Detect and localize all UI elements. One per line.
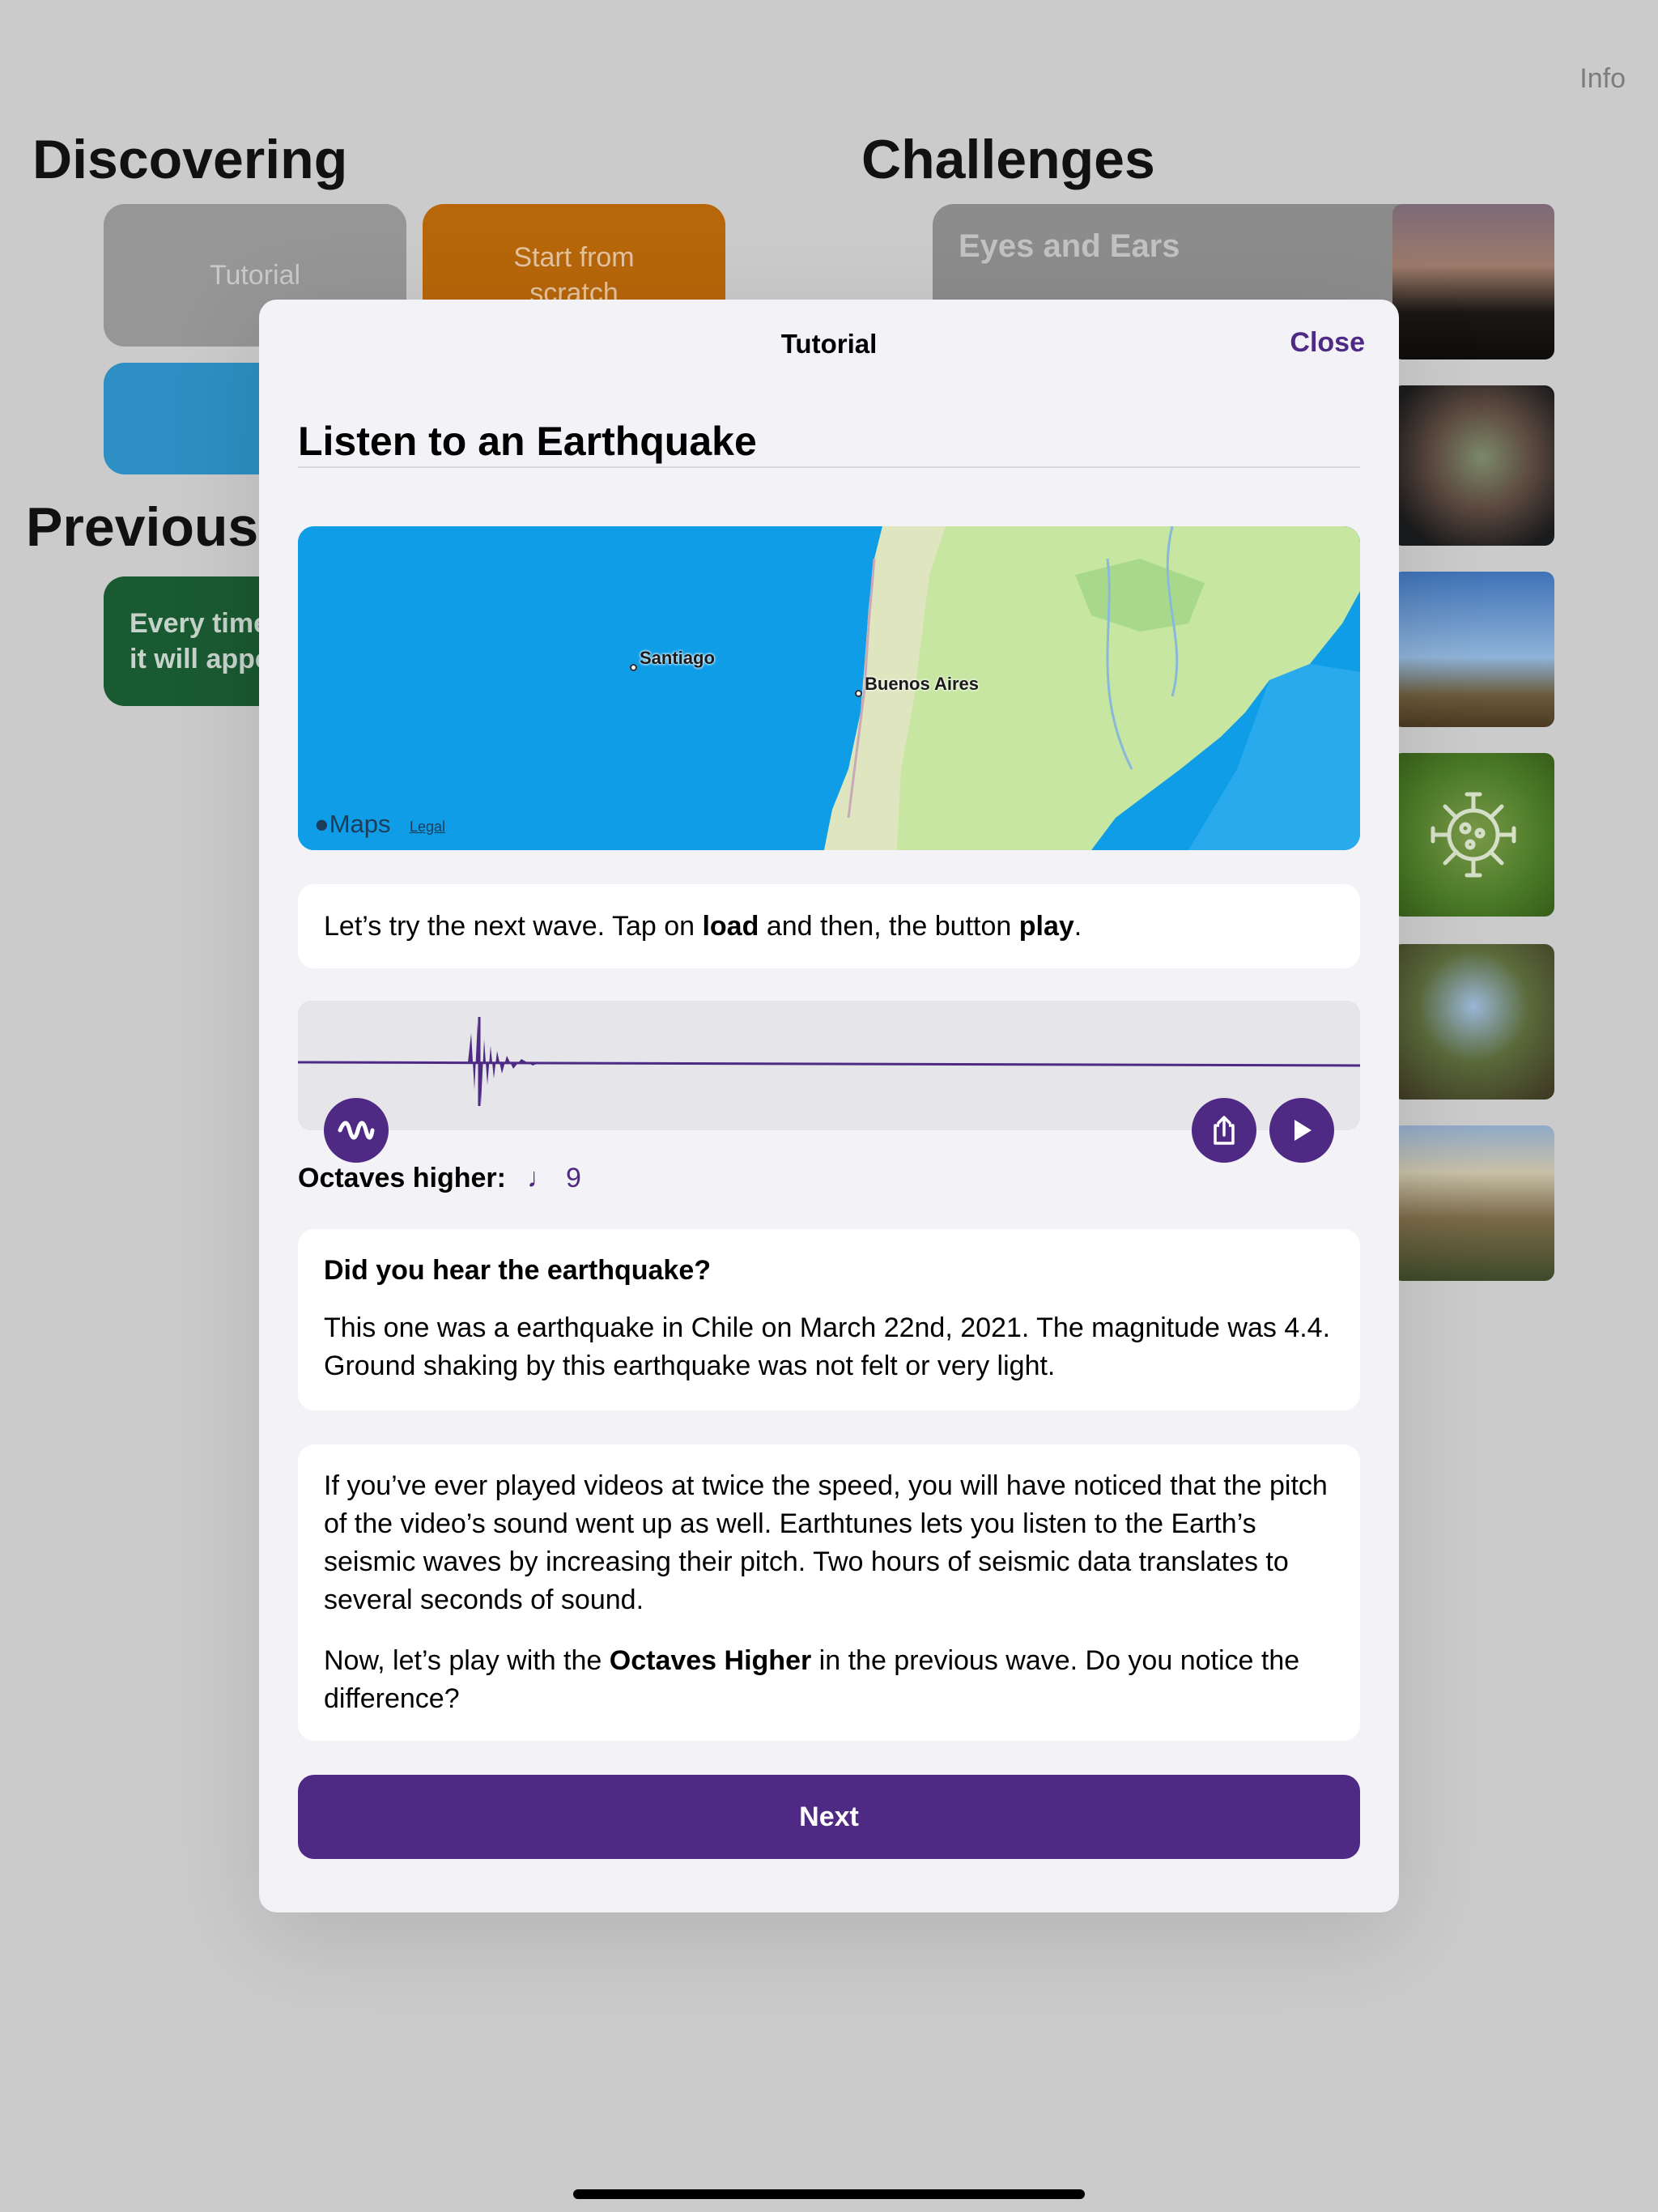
buenos-aires-marker[interactable] bbox=[855, 690, 862, 697]
challenge-thumb-rock[interactable] bbox=[1392, 385, 1554, 546]
legal-link[interactable]: Legal bbox=[410, 819, 445, 836]
challenges-title: Challenges bbox=[861, 129, 1155, 190]
buenos-aires-label: Buenos Aires bbox=[865, 674, 980, 694]
eyes-and-ears-label: Eyes and Ears bbox=[959, 228, 1180, 264]
santiago-label: Santiago bbox=[640, 648, 715, 668]
explanation-card: If you’ve ever played videos at twice th… bbox=[298, 1444, 1360, 1741]
play-icon bbox=[1295, 1120, 1312, 1141]
challenge-thumb-sunset[interactable] bbox=[1392, 204, 1554, 359]
octaves-label: Octaves higher: bbox=[298, 1163, 506, 1193]
challenge-thumb-forest[interactable] bbox=[1392, 944, 1554, 1100]
home-indicator[interactable] bbox=[573, 2189, 1085, 2199]
challenge-thumb-canyon[interactable] bbox=[1392, 1125, 1554, 1281]
share-icon bbox=[1214, 1116, 1235, 1145]
music-note-icon[interactable]: ♩ bbox=[527, 1163, 555, 1194]
close-button[interactable]: Close bbox=[1290, 327, 1365, 359]
share-button[interactable] bbox=[1192, 1098, 1256, 1163]
result-question: Did you hear the earthquake? bbox=[324, 1255, 711, 1286]
page-heading: Listen to an Earthquake bbox=[298, 419, 757, 464]
virus-icon bbox=[1431, 792, 1516, 878]
discovering-title: Discovering bbox=[32, 129, 348, 190]
instruction-card: Let’s try the next wave. Tap on load and… bbox=[298, 884, 1360, 968]
apple-icon: ● bbox=[314, 810, 329, 838]
challenge-thumb-virus[interactable] bbox=[1392, 753, 1554, 917]
map-terrain bbox=[298, 526, 1360, 850]
next-button[interactable]: Next bbox=[298, 1775, 1360, 1859]
load-button[interactable] bbox=[324, 1098, 389, 1163]
heading-divider bbox=[298, 466, 1360, 468]
octaves-value[interactable]: 9 bbox=[566, 1163, 581, 1194]
explanation-paragraph: If you’ve ever played videos at twice th… bbox=[324, 1470, 1328, 1615]
instruction-text: Let’s try the next wave. Tap on load and… bbox=[324, 910, 1082, 942]
challenge-thumb-oil-pump[interactable] bbox=[1392, 572, 1554, 727]
info-button[interactable]: Info bbox=[1579, 63, 1626, 95]
octaves-prompt: Now, let’s play with the Octaves Higher … bbox=[324, 1645, 1300, 1714]
play-button[interactable] bbox=[1269, 1098, 1334, 1163]
sheet-title: Tutorial bbox=[780, 329, 878, 359]
previous-card-label: Every time it will appe bbox=[130, 608, 270, 674]
santiago-marker[interactable] bbox=[630, 664, 637, 671]
tutorial-sheet: Tutorial Close Listen to an Earthquake S… bbox=[259, 300, 1399, 1912]
maps-attribution: ●Maps bbox=[314, 810, 391, 838]
result-card: Did you hear the earthquake? This one wa… bbox=[298, 1229, 1360, 1410]
earthquake-map[interactable]: Santiago Buenos Aires ●Maps Legal bbox=[298, 526, 1360, 850]
waveform-icon bbox=[338, 1121, 375, 1140]
octaves-row: Octaves higher: ♩ 9 bbox=[298, 1163, 581, 1194]
tutorial-card-label: Tutorial bbox=[209, 259, 301, 291]
result-text: This one was a earthquake in Chile on Ma… bbox=[324, 1312, 1331, 1381]
previous-title: Previous bbox=[26, 496, 259, 558]
